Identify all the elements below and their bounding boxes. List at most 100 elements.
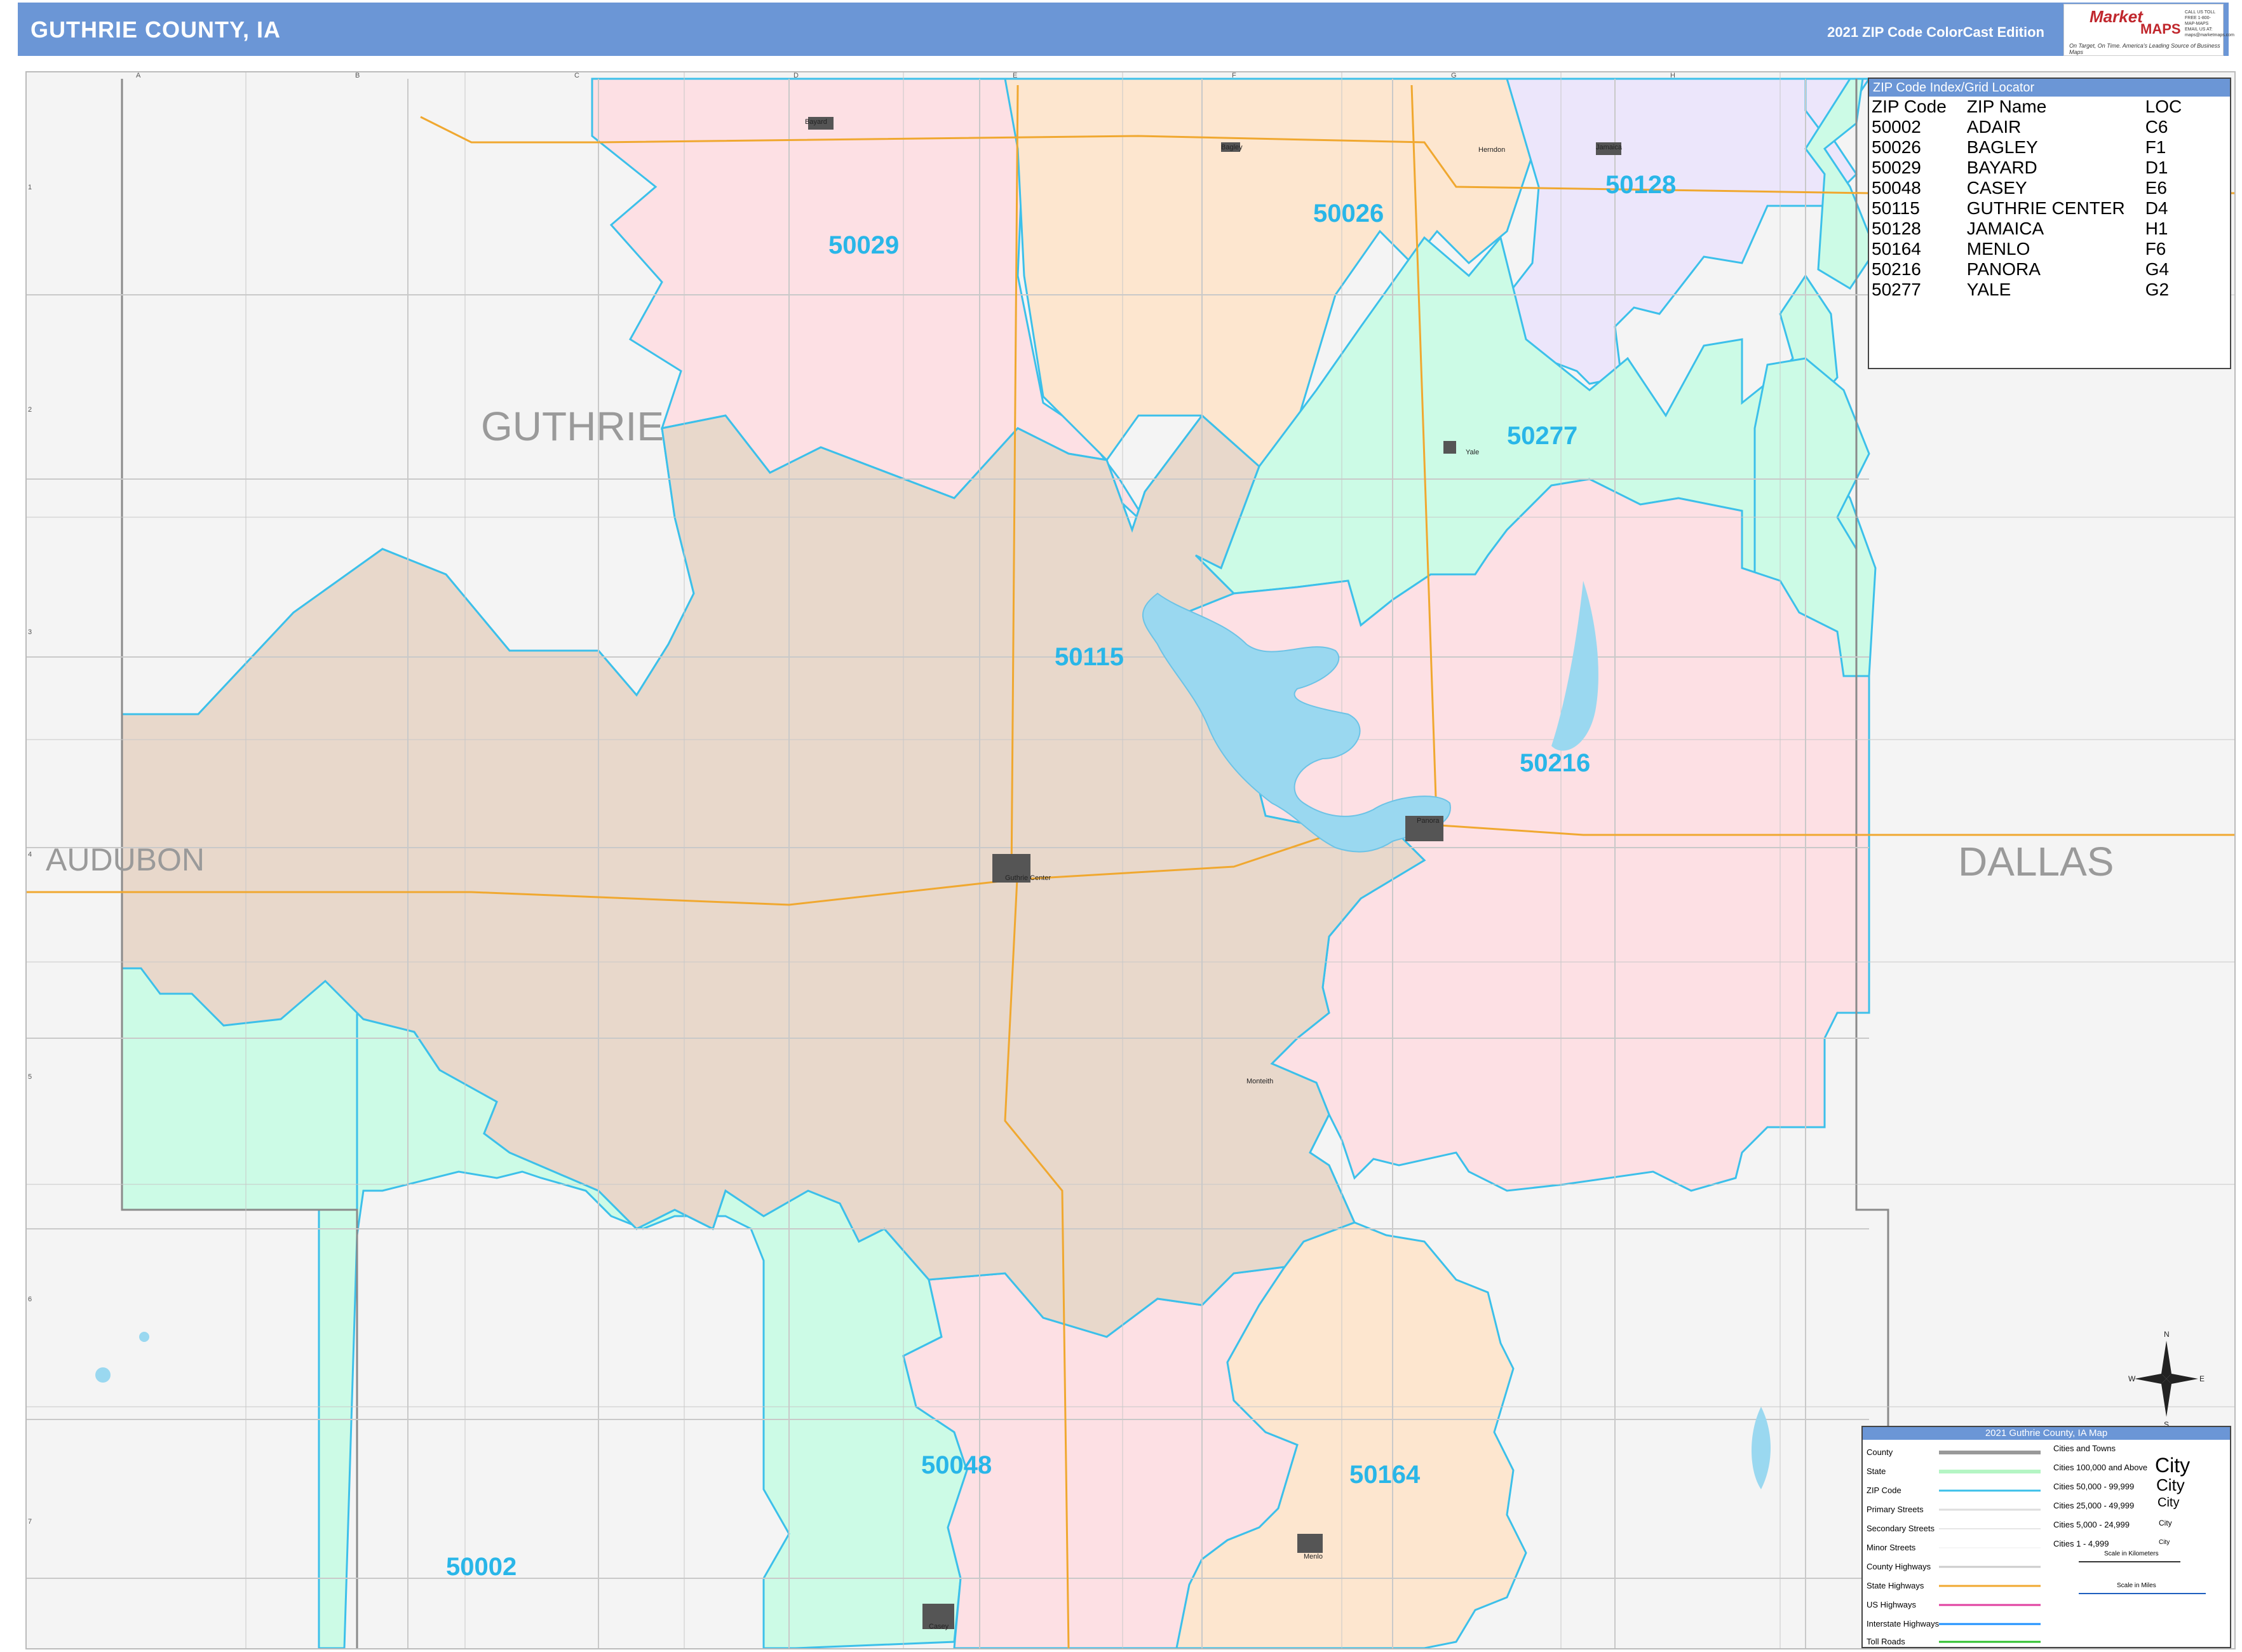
legend-city-2: Cities 50,000 - 99,999 [2053,1482,2135,1491]
zip-label-50048: 50048 [921,1451,992,1479]
zip-label-50002: 50002 [446,1553,517,1581]
table-row[interactable]: 50029 BAYARD D1 [1870,158,2184,178]
logo-tagline: On Target, On Time. America's Leading So… [2069,43,2220,55]
zip-index-title: ZIP Code Index/Grid Locator [1869,79,2230,97]
table-row[interactable]: 50002 ADAIR C6 [1870,117,2184,137]
zip-loc-cell: F1 [2145,137,2166,157]
logo-text-market: Market [2090,7,2143,26]
legend-scale-km: Scale in Kilometers [2104,1550,2159,1557]
grid-col-e: E [1013,72,1018,79]
grid-col-a: A [136,72,141,79]
table-row[interactable]: 50164 MENLO F6 [1870,239,2184,259]
compass-e: E [2199,1374,2205,1383]
compass-rose-icon: N S W E [2128,1330,2205,1429]
zip-code-cell: 50216 [1872,259,1921,279]
zip-label-50128: 50128 [1605,171,1677,199]
zip-name-cell: ADAIR [1966,117,2022,137]
zip-name-cell: JAMAICA [1966,219,2044,238]
grid-col-d: D [793,72,799,79]
zip-label-50026: 50026 [1313,200,1384,227]
zip-index-table: ZIP Code ZIP Name LOC 50002 ADAIR C6 50026… [1870,97,2184,300]
zip-code-cell: 50128 [1872,219,1921,238]
grid-row-5: 5 [28,1073,32,1081]
grid-row-1: 1 [28,184,32,191]
grid-col-g: G [1451,72,1457,79]
town-label-menlo[interactable]: Menlo [1304,1553,1323,1561]
town-label-yale[interactable]: Yale [1466,449,1479,456]
table-row[interactable]: 50048 CASEY E6 [1870,178,2184,198]
legend-city-4: Cities 5,000 - 24,999 [2053,1520,2130,1529]
grid-col-b: B [355,72,360,79]
zip-loc-cell: G2 [2145,280,2170,299]
zip-index-col-zip: ZIP Code [1872,97,1947,116]
grid-row-2: 2 [28,406,32,414]
zip-name-cell: YALE [1966,280,2011,299]
table-row[interactable]: 50216 PANORA G4 [1870,259,2184,280]
zip-code-cell: 50002 [1872,117,1921,137]
town-label-casey[interactable]: Casey [929,1623,949,1630]
zip-code-cell: 50048 [1872,178,1921,198]
county-label-guthrie: GUTHRIE [481,403,664,449]
map-legend: 2021 Guthrie County, IA Map County State… [1861,1426,2231,1648]
county-label-dallas: DALLAS [1958,839,2114,884]
map-header: GUTHRIE COUNTY, IA 2021 ZIP Code ColorCa… [18,3,2234,56]
grid-row-6: 6 [28,1296,32,1303]
legend-city-4-sample: City [2159,1519,2172,1527]
zip-label-50277: 50277 [1507,422,1578,450]
table-row[interactable]: 50026 BAGLEY F1 [1870,137,2184,158]
zip-label-50115: 50115 [1055,643,1124,671]
market-maps-logo: Market MAPS On Target, On Time. America'… [2063,4,2234,56]
zip-loc-cell: G4 [2145,259,2170,279]
edition-label: 2021 ZIP Code ColorCast Edition [1827,24,2044,40]
zip-name-cell: BAYARD [1966,158,2037,177]
legend-city-1-sample: City [2155,1454,2191,1477]
town-label-guthrie-center[interactable]: Guthrie Center [1005,874,1051,882]
legend-city-3: Cities 25,000 - 49,999 [2053,1501,2135,1510]
zip-loc-cell: E6 [2145,178,2167,198]
zip-code-cell: 50277 [1872,280,1921,299]
grid-col-c: C [574,72,579,79]
legend-cities-title: Cities and Towns [2053,1444,2116,1453]
table-row[interactable]: 50277 YALE G2 [1870,280,2184,300]
legend-city-1: Cities 100,000 and Above [2053,1463,2148,1472]
town-label-jamaica[interactable]: Jamaica [1596,144,1622,151]
town-label-panora[interactable]: Panora [1417,817,1439,825]
zip-loc-cell: D4 [2145,198,2168,218]
grid-col-h: H [1670,72,1675,79]
zip-code-cell: 50026 [1872,137,1921,157]
legend-city-2-sample: City [2156,1475,2185,1494]
map-title: GUTHRIE COUNTY, IA [30,17,281,43]
grid-row-4: 4 [28,851,32,858]
town-label-monteith[interactable]: Monteith [1246,1078,1273,1085]
zip-name-cell: GUTHRIE CENTER [1966,198,2125,218]
zip-loc-cell: C6 [2145,117,2168,137]
table-row[interactable]: 50128 JAMAICA H1 [1870,219,2184,239]
grid-col-f: F [1232,72,1236,79]
zip-label-50164: 50164 [1349,1461,1421,1489]
zip-loc-cell: D1 [2145,158,2168,177]
zip-index-header-row: ZIP Code ZIP Name LOC [1870,97,2184,117]
zip-name-cell: PANORA [1966,259,2041,279]
zip-code-cell: 50029 [1872,158,1921,177]
county-label-audubon: AUDUBON [46,842,205,877]
grid-row-3: 3 [28,628,32,636]
logo-contact: CALL US TOLL FREE 1-800-MAP-MAPS EMAIL U… [2185,10,2234,37]
town-label-bayard[interactable]: Bayard [805,118,827,126]
town-label-bagley[interactable]: Bagley [1221,144,1243,151]
zip-label-50216: 50216 [1520,749,1591,777]
table-row[interactable]: 50115 GUTHRIE CENTER D4 [1870,198,2184,219]
grid-row-7: 7 [28,1518,32,1526]
legend-city-3-sample: City [2158,1496,2180,1510]
zip-name-cell: CASEY [1966,178,2027,198]
zip-label-50029: 50029 [828,231,900,259]
pond-west-2 [139,1332,149,1342]
compass-w: W [2128,1374,2136,1383]
zip-loc-cell: F6 [2145,239,2166,259]
zip-code-cell: 50115 [1872,198,1920,218]
town-label-herndon[interactable]: Herndon [1478,146,1505,154]
legend-scale-mi: Scale in Miles [2117,1582,2156,1589]
legend-city-5-sample: City [2159,1539,2170,1546]
logo-text-maps: MAPS [2140,21,2181,37]
zip-code-cell: 50164 [1872,239,1921,259]
pond-west [95,1367,111,1383]
